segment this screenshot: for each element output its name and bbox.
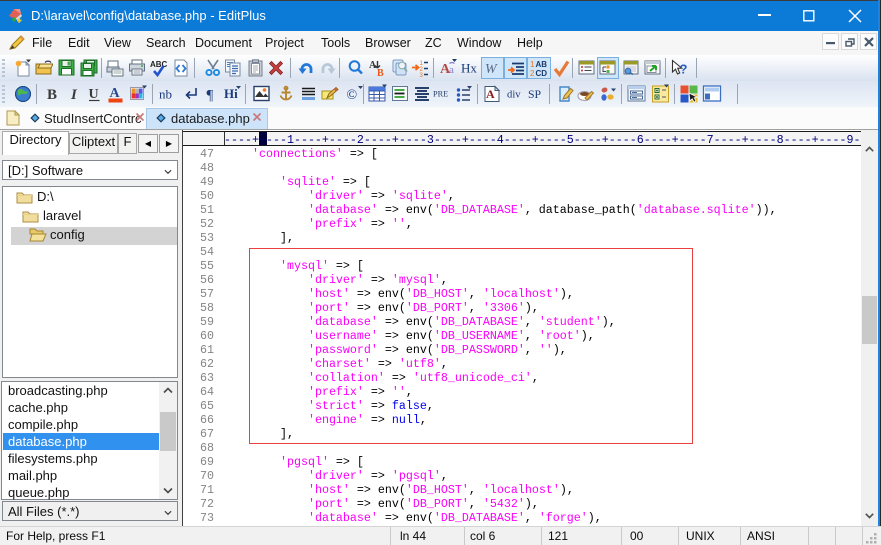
svg-text:I: I [70, 87, 78, 103]
svg-text:CD: CD [536, 69, 548, 77]
svg-text:div: div [507, 90, 521, 101]
svg-text:nb: nb [159, 87, 172, 102]
svg-text:B: B [377, 68, 384, 77]
svg-text:Hi: Hi [224, 86, 238, 101]
svg-text:SP: SP [528, 88, 542, 101]
svg-text:3: 3 [420, 73, 424, 77]
svg-text:©: © [347, 88, 358, 103]
svg-text:W: W [485, 62, 498, 77]
svg-text:ABC: ABC [150, 60, 168, 69]
svg-text:1: 1 [530, 60, 535, 69]
svg-text:Hx: Hx [461, 61, 477, 76]
svg-text:U: U [89, 87, 99, 102]
svg-text:2: 2 [530, 69, 535, 77]
svg-text:¶: ¶ [207, 88, 214, 104]
svg-text:a: a [449, 64, 454, 76]
svg-text:B: B [47, 87, 57, 103]
svg-text:PRE: PRE [433, 90, 448, 99]
svg-text:A: A [486, 87, 495, 101]
svg-text:AB: AB [536, 60, 548, 69]
svg-text:?: ? [680, 62, 688, 77]
